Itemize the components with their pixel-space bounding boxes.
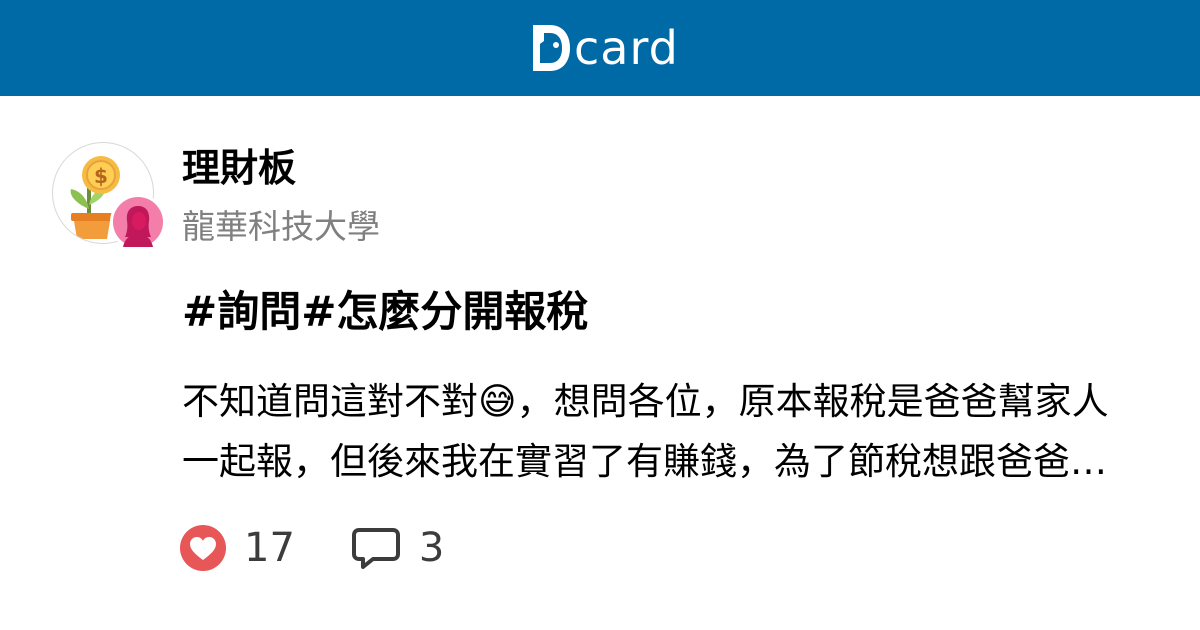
brand-text: card xyxy=(574,21,679,75)
dcard-logo[interactable]: card xyxy=(530,20,679,76)
comment-stat[interactable]: 3 xyxy=(351,522,444,574)
svg-text:$: $ xyxy=(94,164,108,188)
post-stats: 17 3 xyxy=(180,522,444,574)
like-stat[interactable]: 17 xyxy=(180,522,295,574)
post-preview-card: card $ 理財板 龍華科技大學 #詢問#怎麼分開報稅 不知道問這對不對😅，想… xyxy=(0,0,1200,630)
post-excerpt[interactable]: 不知道問這對不對😅，想問各位，原本報稅是爸爸幫家人一起報，但後來我在實習了有賺錢… xyxy=(182,372,1142,492)
author-school: 龍華科技大學 xyxy=(182,207,380,246)
board-name[interactable]: 理財板 xyxy=(182,142,296,194)
heart-icon xyxy=(180,525,226,571)
comment-bubble-icon xyxy=(351,528,400,569)
like-count: 17 xyxy=(244,525,295,571)
dcard-logo-icon xyxy=(533,25,570,71)
top-bar: card xyxy=(0,0,1200,96)
comment-count: 3 xyxy=(418,525,445,571)
female-avatar-icon xyxy=(113,197,163,247)
avatar-group: $ xyxy=(52,142,172,254)
user-avatar[interactable] xyxy=(110,194,166,250)
post-title[interactable]: #詢問#怎麼分開報稅 xyxy=(182,282,588,342)
